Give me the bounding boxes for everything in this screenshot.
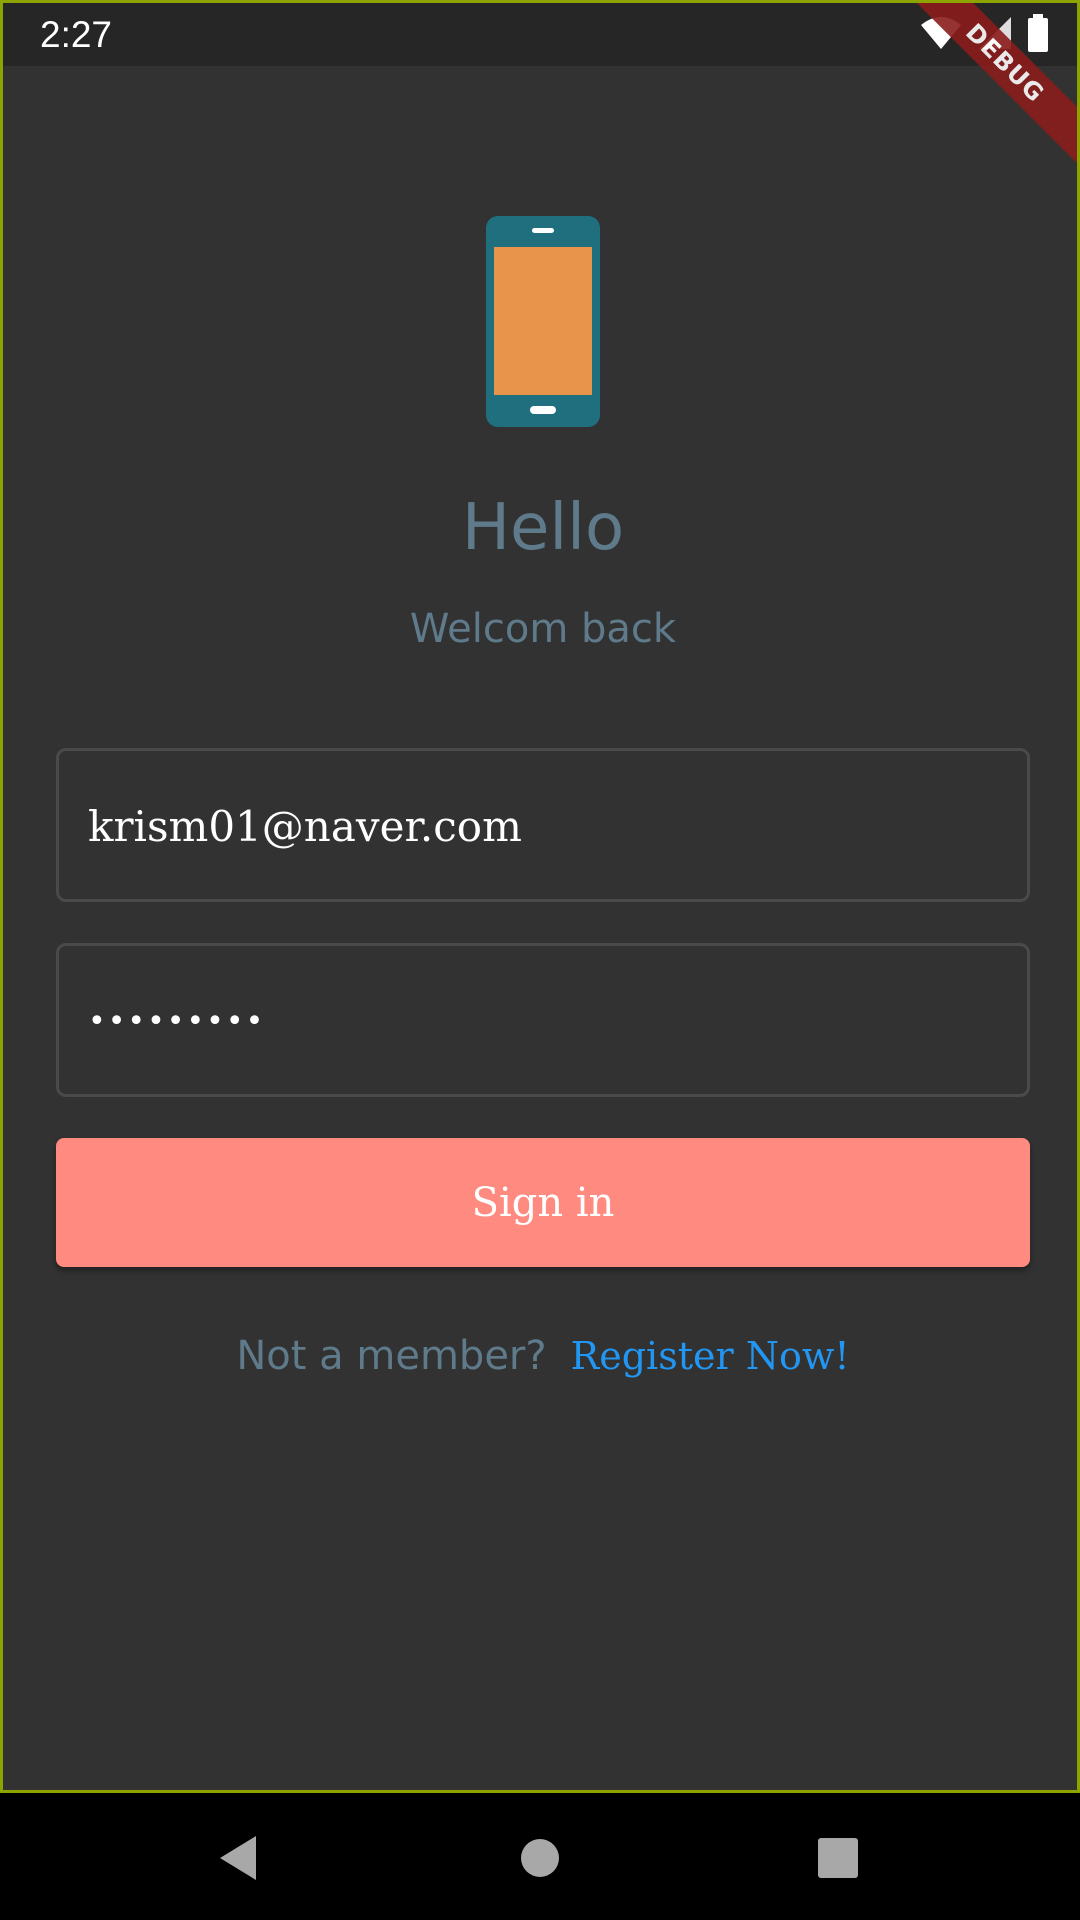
home-icon[interactable] xyxy=(505,1823,575,1893)
back-icon[interactable] xyxy=(203,1823,273,1893)
register-now-link[interactable]: Register Now! xyxy=(571,1334,850,1378)
battery-icon xyxy=(1027,13,1049,57)
email-input[interactable] xyxy=(86,751,990,901)
page-subtitle: Welcom back xyxy=(409,606,677,652)
smartphone-icon xyxy=(486,216,600,427)
password-input[interactable] xyxy=(86,946,990,1096)
app-area: 2:27 DEBUG Hello Welcom back krism01@nav… xyxy=(0,0,1080,1793)
recents-icon[interactable] xyxy=(803,1823,873,1893)
sign-in-button[interactable]: Sign in xyxy=(56,1138,1030,1267)
email-field[interactable] xyxy=(56,748,1030,902)
screen: 2:27 DEBUG Hello Welcom back krism01@nav… xyxy=(0,0,1080,1920)
not-member-text: Not a member? xyxy=(236,1333,547,1379)
status-time: 2:27 xyxy=(40,14,113,55)
navigation-bar xyxy=(0,1793,1080,1920)
password-field[interactable] xyxy=(56,943,1030,1097)
register-row: Not a member? Register Now! xyxy=(3,1333,1077,1379)
status-bar: 2:27 xyxy=(3,3,1077,66)
page-title: Hello xyxy=(461,491,625,565)
